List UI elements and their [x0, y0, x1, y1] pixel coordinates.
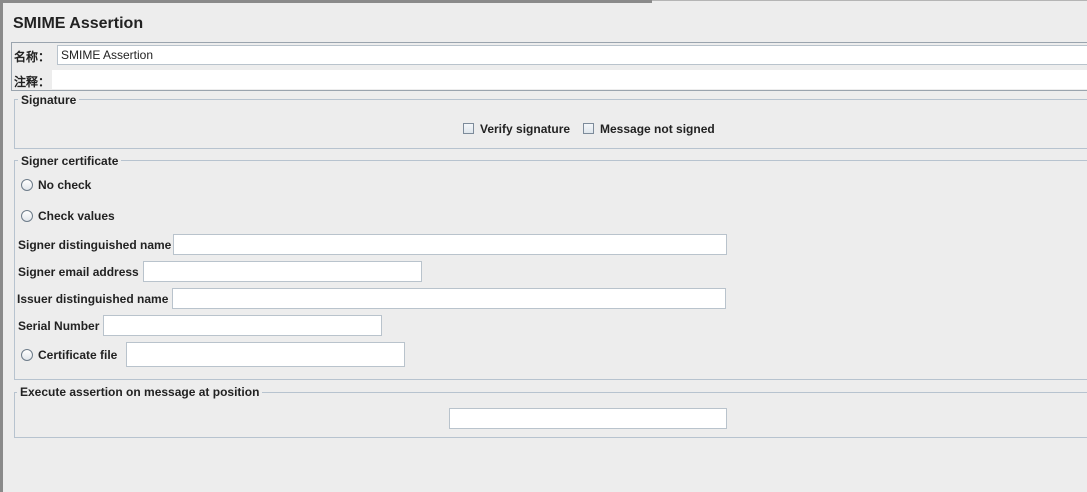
issuer-dn-label: Issuer distinguished name: [17, 292, 169, 306]
name-field[interactable]: [57, 45, 1087, 65]
check-values-label[interactable]: Check values: [38, 209, 115, 223]
signer-dn-field[interactable]: [173, 234, 727, 255]
signature-legend: Signature: [18, 93, 80, 107]
message-not-signed-label[interactable]: Message not signed: [600, 122, 715, 136]
issuer-dn-field[interactable]: [172, 288, 726, 309]
window-top-border: [0, 0, 652, 3]
name-label: 名称：: [14, 50, 51, 64]
position-field[interactable]: [449, 408, 727, 429]
signer-certificate-legend: Signer certificate: [18, 154, 122, 168]
signer-email-field[interactable]: [143, 261, 422, 282]
comment-label: 注释：: [14, 75, 51, 89]
verify-signature-checkbox[interactable]: [463, 123, 474, 134]
signer-dn-label: Signer distinguished name: [18, 238, 172, 252]
no-check-radio[interactable]: [21, 179, 33, 191]
signer-email-label: Signer email address: [18, 265, 139, 279]
page-title: SMIME Assertion: [13, 15, 144, 32]
check-values-radio[interactable]: [21, 210, 33, 222]
serial-number-field[interactable]: [103, 315, 382, 336]
certificate-file-field[interactable]: [126, 342, 405, 367]
no-check-label[interactable]: No check: [38, 178, 91, 192]
comment-field[interactable]: [52, 70, 1087, 89]
message-not-signed-checkbox[interactable]: [583, 123, 594, 134]
position-legend: Execute assertion on message at position: [17, 385, 263, 399]
window-left-border: [0, 0, 3, 492]
certificate-file-radio[interactable]: [21, 349, 33, 361]
certificate-file-label[interactable]: Certificate file: [38, 348, 117, 362]
serial-number-label: Serial Number: [18, 319, 100, 333]
window-top-border-right: [652, 0, 1087, 1]
verify-signature-label[interactable]: Verify signature: [480, 122, 570, 136]
